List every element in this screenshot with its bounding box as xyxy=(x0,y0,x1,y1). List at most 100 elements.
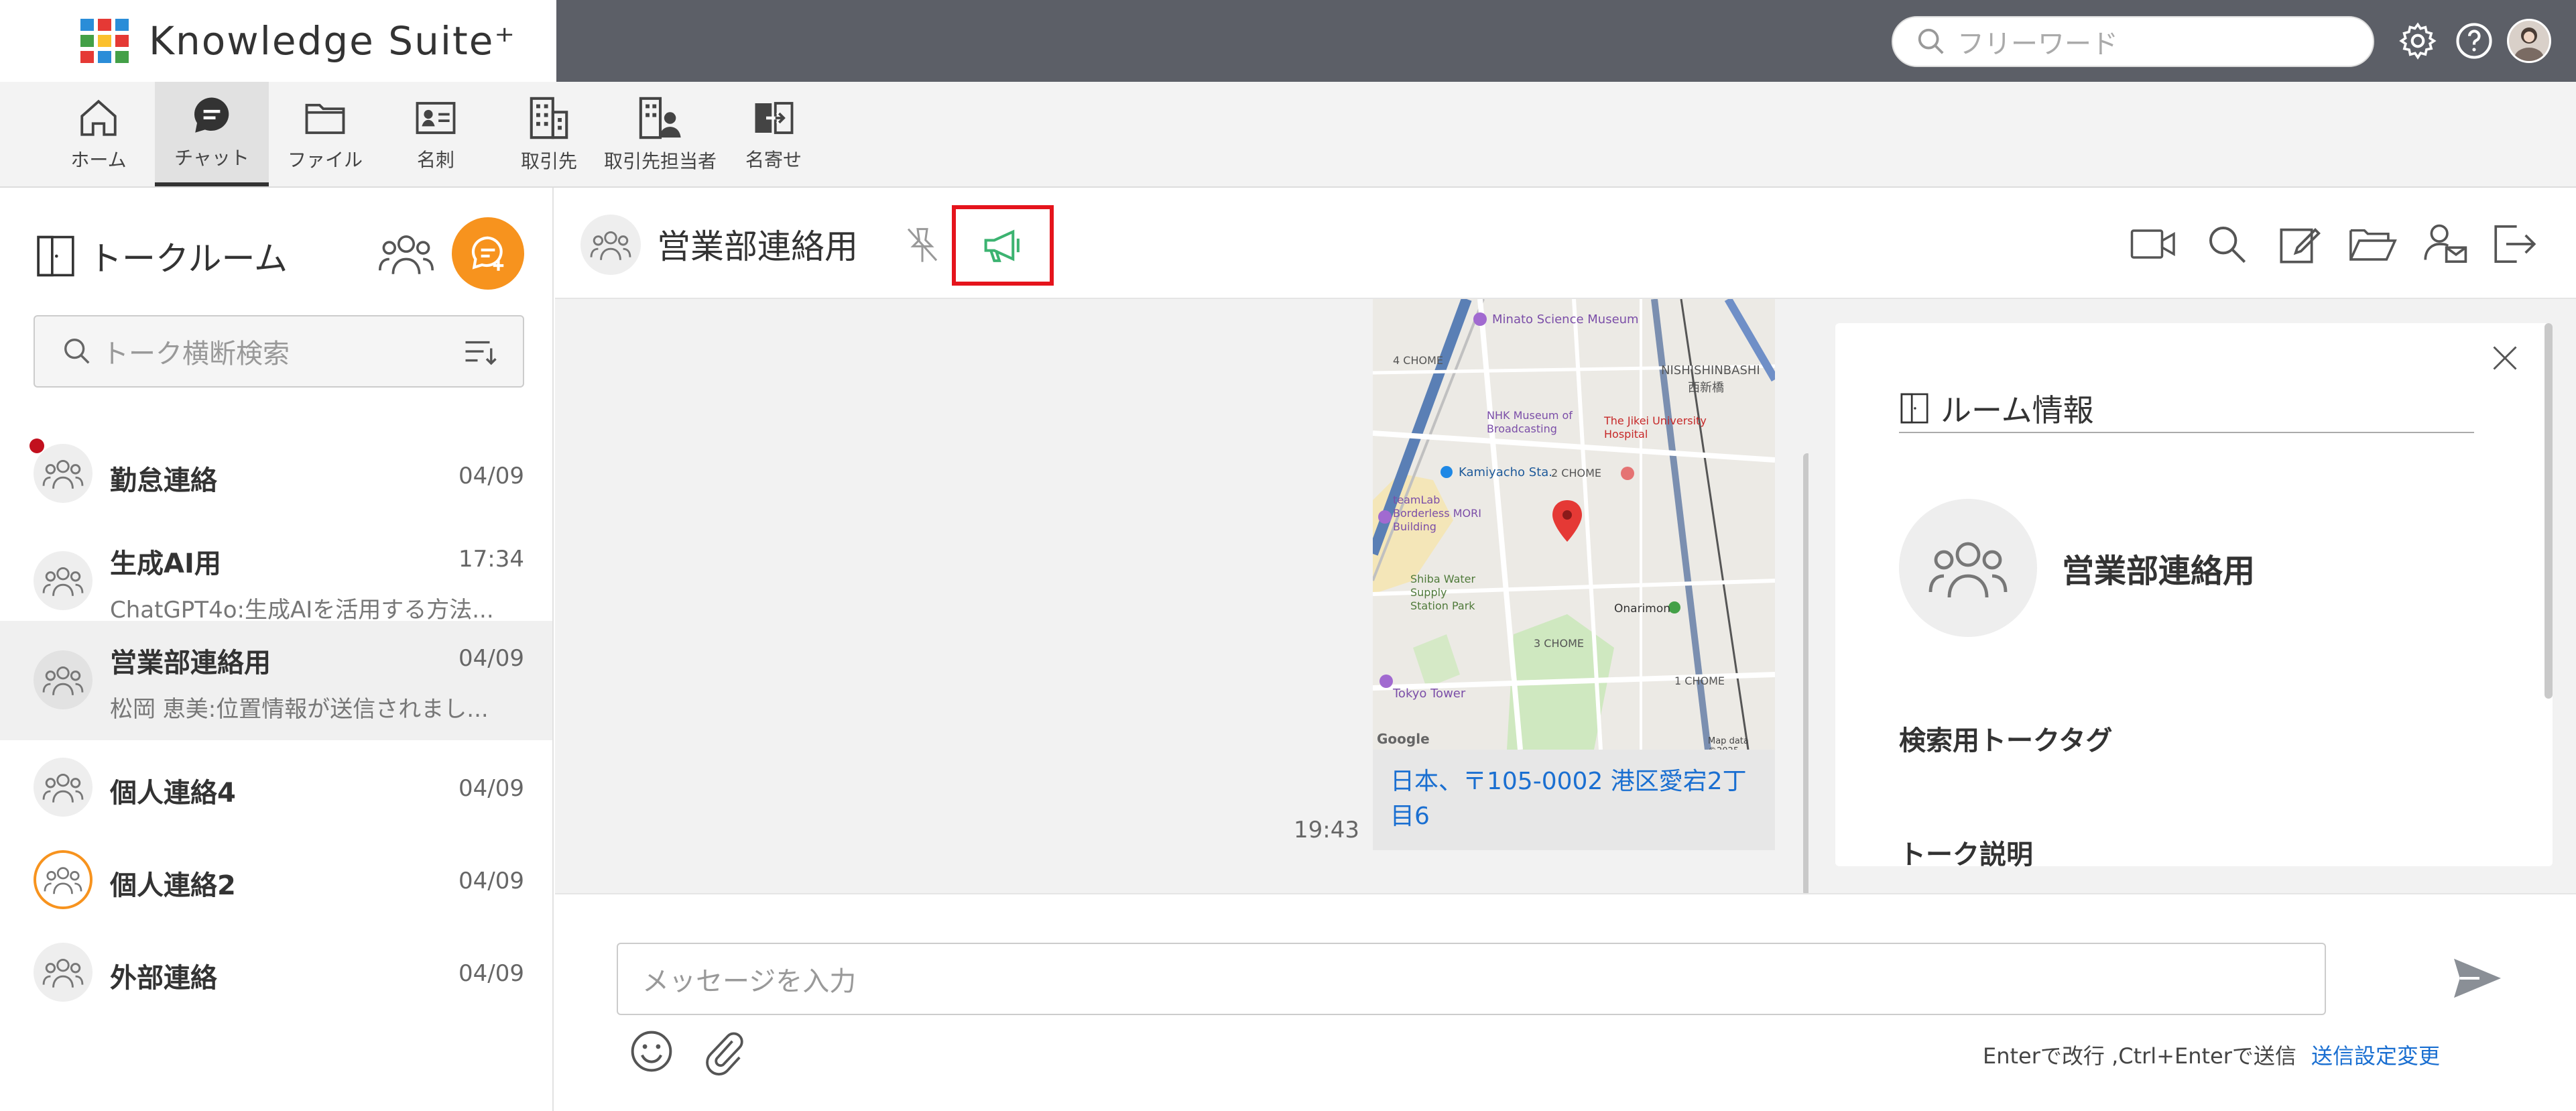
map-label-2chome: 2 CHOME xyxy=(1551,467,1601,479)
tab-client-label: 取引先 xyxy=(520,150,577,172)
room-avatar xyxy=(34,758,93,817)
video-call-icon[interactable] xyxy=(2130,225,2177,263)
room-preview: 松岡 恵美:位置情報が送信されまし... xyxy=(110,696,489,723)
avatar-photo-icon xyxy=(2514,27,2544,61)
map-label-nhk: NHK Museum of Broadcasting xyxy=(1487,409,1573,435)
talk-search-input[interactable]: トーク横断検索 xyxy=(34,315,524,388)
leave-room-icon[interactable] xyxy=(2492,223,2538,266)
map-label-jikei: The Jikei University Hospital xyxy=(1604,414,1707,441)
map-label-4chome: 4 CHOME xyxy=(1393,354,1443,367)
location-map[interactable]: Minato Science Museum NISHISHINBASHI 西新橋… xyxy=(1373,299,1775,750)
room-item-personal4[interactable]: 個人連絡4 04/09 xyxy=(0,740,552,833)
message-area[interactable]: Minato Science Museum NISHISHINBASHI 西新橋… xyxy=(555,299,1811,896)
tab-file[interactable]: ファイル xyxy=(268,82,382,186)
tab-name-merge-label: 名寄せ xyxy=(745,149,802,171)
tab-business-card-label: 名刺 xyxy=(416,149,454,171)
room-avatar xyxy=(34,850,93,909)
tab-file-label: ファイル xyxy=(287,149,363,171)
tab-client-contact[interactable]: 取引先担当者 xyxy=(603,82,717,186)
chat-room-title: 営業部連絡用 xyxy=(657,227,858,266)
room-info-name: 営業部連絡用 xyxy=(2062,552,2256,590)
folder-icon xyxy=(305,103,345,134)
unread-dot xyxy=(29,438,44,453)
search-icon[interactable] xyxy=(2205,223,2248,266)
room-item-kintai[interactable]: 勤怠連絡 04/09 xyxy=(0,424,552,524)
user-avatar[interactable] xyxy=(2507,19,2551,63)
room-info-pane: ルーム情報 営業部連絡用 検索用トークタグ トーク説明 xyxy=(1808,299,2576,893)
room-avatar xyxy=(34,551,93,610)
map-label-nishishinbashi: NISHISHINBASHI xyxy=(1661,363,1760,377)
new-talk-button[interactable] xyxy=(452,217,524,290)
search-icon xyxy=(64,339,90,364)
map-google-logo: Google xyxy=(1377,731,1430,747)
send-icon[interactable] xyxy=(2452,955,2503,1002)
room-info-title-text: ルーム情報 xyxy=(1941,392,2094,428)
map-label-teamlab: teamLab Borderless MORI Building xyxy=(1393,493,1481,533)
location-address-link[interactable]: 日本、〒105-0002 港区愛宕2丁目6 xyxy=(1373,750,1775,850)
map-label-tokyo-tower: Tokyo Tower xyxy=(1393,687,1466,701)
map-label-1chome: 1 CHOME xyxy=(1674,675,1725,687)
room-info-card: ルーム情報 営業部連絡用 検索用トークタグ トーク説明 xyxy=(1835,323,2553,870)
tab-client-contact-label: 取引先担当者 xyxy=(603,150,717,172)
building-icon xyxy=(530,97,568,139)
room-info-title: ルーム情報 xyxy=(1899,386,2094,430)
door-icon xyxy=(37,235,74,277)
room-item-personal2[interactable]: 個人連絡2 04/09 xyxy=(0,833,552,925)
room-name: 生成AI用 xyxy=(110,548,221,579)
search-icon xyxy=(1918,28,1944,54)
room-tag-label: 検索用トークタグ xyxy=(1899,725,2113,756)
global-search-input[interactable]: フリーワード xyxy=(1892,16,2374,67)
map-label-kamiyacho: Kamiyacho Sta. xyxy=(1459,465,1553,479)
message-composer: メッセージを入力 Enterで改行 ,Ctrl+Enterで送信 送信設定変更 xyxy=(555,893,2576,1111)
group-icon xyxy=(42,666,84,695)
tab-business-card[interactable]: 名刺 xyxy=(379,82,493,186)
room-name: 個人連絡2 xyxy=(110,870,236,901)
room-avatar xyxy=(34,943,93,1002)
message-input[interactable]: メッセージを入力 xyxy=(617,943,2326,1015)
group-icon xyxy=(42,773,84,803)
room-info-avatar xyxy=(1899,499,2037,637)
room-date: 04/09 xyxy=(458,775,524,802)
room-preview: ChatGPT4o:生成AIを活用する方法... xyxy=(110,597,494,624)
member-invite-icon[interactable] xyxy=(2421,221,2468,267)
room-item-sales[interactable]: 営業部連絡用 04/09 松岡 恵美:位置情報が送信されまし... xyxy=(0,621,552,740)
sidebar-title-text: トークルーム xyxy=(88,239,288,278)
brand[interactable]: Knowledge Suite⁺ xyxy=(0,0,556,82)
global-search-placeholder: フリーワード xyxy=(1957,29,2118,60)
tab-client[interactable]: 取引先 xyxy=(492,82,606,186)
room-date: 04/09 xyxy=(458,960,524,987)
chat-header: 営業部連絡用 xyxy=(555,188,2576,299)
map-label-minato-science: Minato Science Museum xyxy=(1492,312,1639,327)
room-description-label: トーク説明 xyxy=(1899,839,2033,870)
map-label-3chome: 3 CHOME xyxy=(1534,637,1584,650)
pin-off-icon[interactable] xyxy=(904,224,941,266)
map-label-nishishinbashi-jp: 西新橋 xyxy=(1688,381,1724,395)
room-date: 04/09 xyxy=(458,645,524,672)
door-icon xyxy=(1900,393,1928,424)
merge-icon xyxy=(755,102,794,134)
brand-logo-icon xyxy=(80,19,129,63)
close-icon[interactable] xyxy=(2490,343,2520,373)
tab-name-merge[interactable]: 名寄せ xyxy=(717,82,831,186)
send-settings-link[interactable]: 送信設定変更 xyxy=(2311,1039,2440,1070)
edit-note-icon[interactable] xyxy=(2278,223,2321,266)
megaphone-icon xyxy=(984,229,1020,262)
chat-icon xyxy=(194,97,229,133)
send-shortcut-hint: Enterで改行 ,Ctrl+Enterで送信 xyxy=(1983,1043,2296,1069)
group-members-icon[interactable] xyxy=(378,228,434,279)
room-item-external[interactable]: 外部連絡 04/09 xyxy=(0,925,552,1018)
tab-chat[interactable]: チャット xyxy=(155,82,269,186)
group-icon xyxy=(42,567,84,596)
folder-open-icon[interactable] xyxy=(2349,225,2397,263)
attachment-icon[interactable] xyxy=(701,1029,745,1075)
sort-icon[interactable] xyxy=(463,336,499,367)
room-info-scrollbar[interactable] xyxy=(2544,323,2553,699)
module-tab-bar: ホーム チャット ファイル 名刺 取引先 取引先担当者 名寄せ xyxy=(0,82,2576,188)
gear-icon[interactable] xyxy=(2397,20,2439,62)
emoji-icon[interactable] xyxy=(629,1029,674,1074)
talk-room-sidebar: トークルーム トーク横断検索 勤怠連絡 04/09 生成AI用 17:34 Ch… xyxy=(0,188,554,1111)
announcement-button[interactable] xyxy=(952,205,1054,286)
home-icon xyxy=(80,99,117,136)
tab-home[interactable]: ホーム xyxy=(42,82,156,186)
help-icon[interactable] xyxy=(2453,20,2495,62)
